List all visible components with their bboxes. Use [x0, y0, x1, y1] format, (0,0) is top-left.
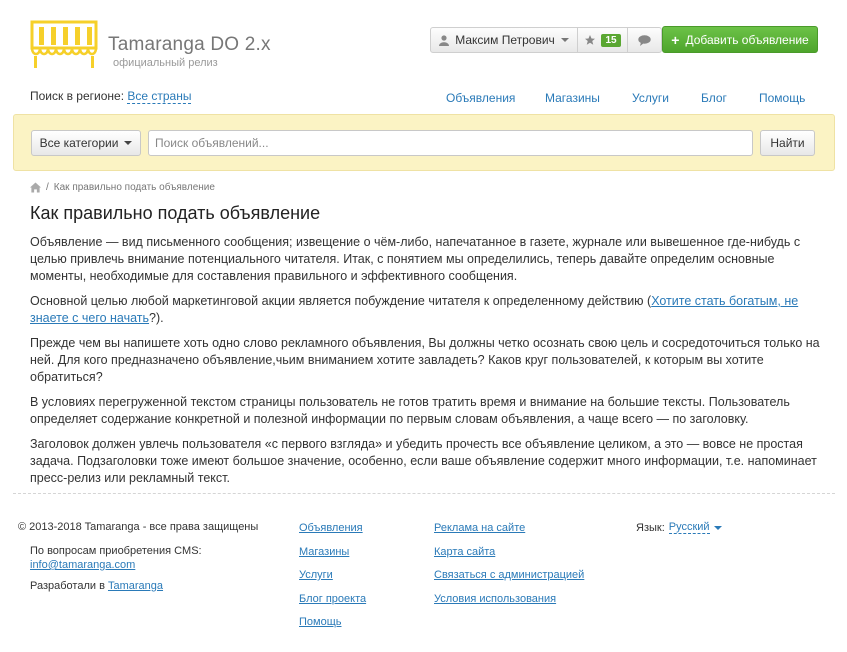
category-dropdown[interactable]: Все категории	[31, 130, 141, 156]
add-listing-label: Добавить объявление	[685, 32, 809, 47]
copyright: © 2013-2018 Tamaranga - все права защище…	[18, 521, 259, 533]
user-menu-button[interactable]: Максим Петрович	[431, 28, 578, 52]
footer-links-col1: Объявления Магазины Услуги Блог проекта …	[299, 521, 366, 629]
article-paragraph: Прежде чем вы напишете хоть одно слово р…	[30, 336, 820, 384]
chevron-down-icon	[560, 38, 569, 42]
awning-logo-icon[interactable]	[29, 18, 99, 70]
article-paragraph: Заголовок должен увлечь пользователя «с …	[30, 437, 817, 485]
region-selector: Поиск в регионе: Все страны	[30, 89, 192, 104]
cms-contact: По вопросам приобретения CMS: info@tamar…	[30, 544, 202, 572]
footer-links-col2: Реклама на сайте Карта сайта Связаться с…	[434, 521, 584, 606]
footer-link-shops[interactable]: Магазины	[299, 545, 366, 559]
breadcrumb: / Как правильно подать объявление	[30, 182, 215, 193]
category-label: Все категории	[39, 136, 119, 150]
footer-link-blog[interactable]: Блог проекта	[299, 592, 366, 606]
messages-button[interactable]	[628, 28, 661, 52]
nav-item-listings[interactable]: Объявления	[446, 91, 515, 105]
nav-item-services[interactable]: Услуги	[632, 91, 669, 105]
article-text: ?).	[149, 311, 164, 325]
user-name: Максим Петрович	[455, 33, 555, 47]
search-button[interactable]: Найти	[760, 130, 815, 156]
language-selector: Язык: Русский	[636, 521, 722, 534]
chevron-down-icon	[124, 141, 133, 145]
brand-subtitle: официальный релиз	[113, 57, 218, 69]
dev-label: Разработали в	[30, 580, 105, 592]
breadcrumb-current: Как правильно подать объявление	[53, 182, 215, 193]
footer-link-help[interactable]: Помощь	[299, 615, 366, 629]
cms-email-link[interactable]: info@tamaranga.com	[30, 559, 135, 571]
footer-link-sitemap[interactable]: Карта сайта	[434, 545, 584, 559]
favorites-button[interactable]: 15	[578, 28, 628, 52]
article-text: Основной целью любой маркетинговой акции…	[30, 294, 652, 308]
brand-title[interactable]: Tamaranga DO 2.x	[108, 34, 271, 56]
nav-item-blog[interactable]: Блог	[701, 91, 727, 105]
article-body: Объявление — вид письменного сообщения; …	[30, 234, 820, 495]
speech-bubble-icon	[638, 34, 651, 46]
footer-link-contact-admin[interactable]: Связаться с администрацией	[434, 568, 584, 582]
favorites-count-badge: 15	[601, 33, 621, 47]
article-paragraph: Объявление — вид письменного сообщения; …	[30, 235, 801, 283]
breadcrumb-separator: /	[46, 182, 49, 193]
footer-link-services[interactable]: Услуги	[299, 568, 366, 582]
footer-divider	[13, 493, 835, 494]
search-bar: Все категории Найти	[13, 114, 835, 171]
add-listing-button[interactable]: + Добавить объявление	[662, 26, 818, 53]
footer-link-listings[interactable]: Объявления	[299, 521, 366, 535]
nav-item-help[interactable]: Помощь	[759, 91, 805, 105]
language-label: Язык:	[636, 521, 665, 534]
region-label: Поиск в регионе:	[30, 89, 125, 103]
article-paragraph: В условиях перегруженной текстом страниц…	[30, 395, 790, 426]
footer-link-advertising[interactable]: Реклама на сайте	[434, 521, 584, 535]
language-link[interactable]: Русский	[668, 521, 710, 534]
search-input[interactable]	[148, 130, 753, 156]
dev-link[interactable]: Tamaranga	[108, 580, 163, 592]
home-icon[interactable]	[30, 182, 41, 193]
page-title: Как правильно подать объявление	[30, 203, 321, 223]
nav-item-shops[interactable]: Магазины	[545, 91, 600, 105]
chevron-down-icon	[713, 525, 722, 530]
article-paragraph: Основной целью любой маркетинговой акции…	[30, 293, 820, 327]
cms-label: По вопросам приобретения CMS:	[30, 545, 202, 557]
footer-link-terms[interactable]: Условия использования	[434, 592, 584, 606]
user-toolbar: Максим Петрович 15	[430, 27, 662, 53]
region-link[interactable]: Все страны	[127, 89, 192, 104]
star-icon	[585, 35, 596, 45]
developer-credit: Разработали в Tamaranga	[30, 580, 163, 592]
user-icon	[439, 34, 450, 46]
plus-icon: +	[671, 31, 680, 48]
